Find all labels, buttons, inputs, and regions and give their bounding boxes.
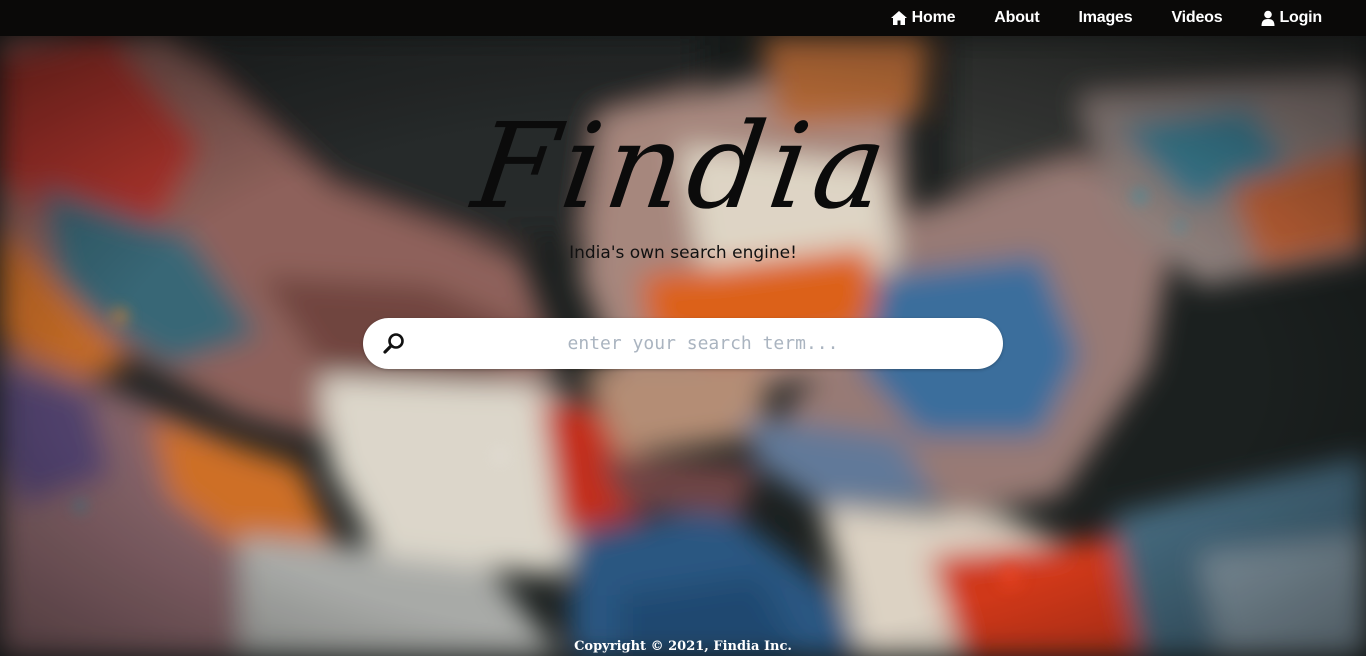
user-icon: [1261, 10, 1275, 26]
search-icon[interactable]: [382, 331, 406, 355]
nav-item-about[interactable]: About: [994, 9, 1039, 27]
footer-copyright: Copyright © 2021, Findia Inc.: [574, 639, 792, 654]
search-bar: [363, 318, 1003, 369]
site-tagline: India's own search engine!: [569, 243, 797, 263]
home-icon: [890, 10, 908, 26]
nav-item-home-label: Home: [911, 9, 956, 26]
nav-item-videos[interactable]: Videos: [1171, 9, 1222, 27]
nav-item-about-label: About: [994, 9, 1040, 26]
nav-item-login[interactable]: Login: [1261, 9, 1322, 27]
top-navbar: Home About Images Videos Login: [0, 0, 1366, 36]
nav-item-images[interactable]: Images: [1079, 9, 1133, 27]
site-logo: Findia: [465, 97, 901, 235]
nav-menu: Home About Images Videos Login: [851, 0, 1322, 36]
nav-item-home[interactable]: Home: [890, 9, 956, 27]
nav-item-login-label: Login: [1279, 9, 1322, 26]
page: Home About Images Videos Login Findia In…: [0, 0, 1366, 656]
nav-item-videos-label: Videos: [1171, 9, 1223, 26]
search-input[interactable]: [423, 318, 983, 369]
nav-item-images-label: Images: [1078, 9, 1133, 26]
